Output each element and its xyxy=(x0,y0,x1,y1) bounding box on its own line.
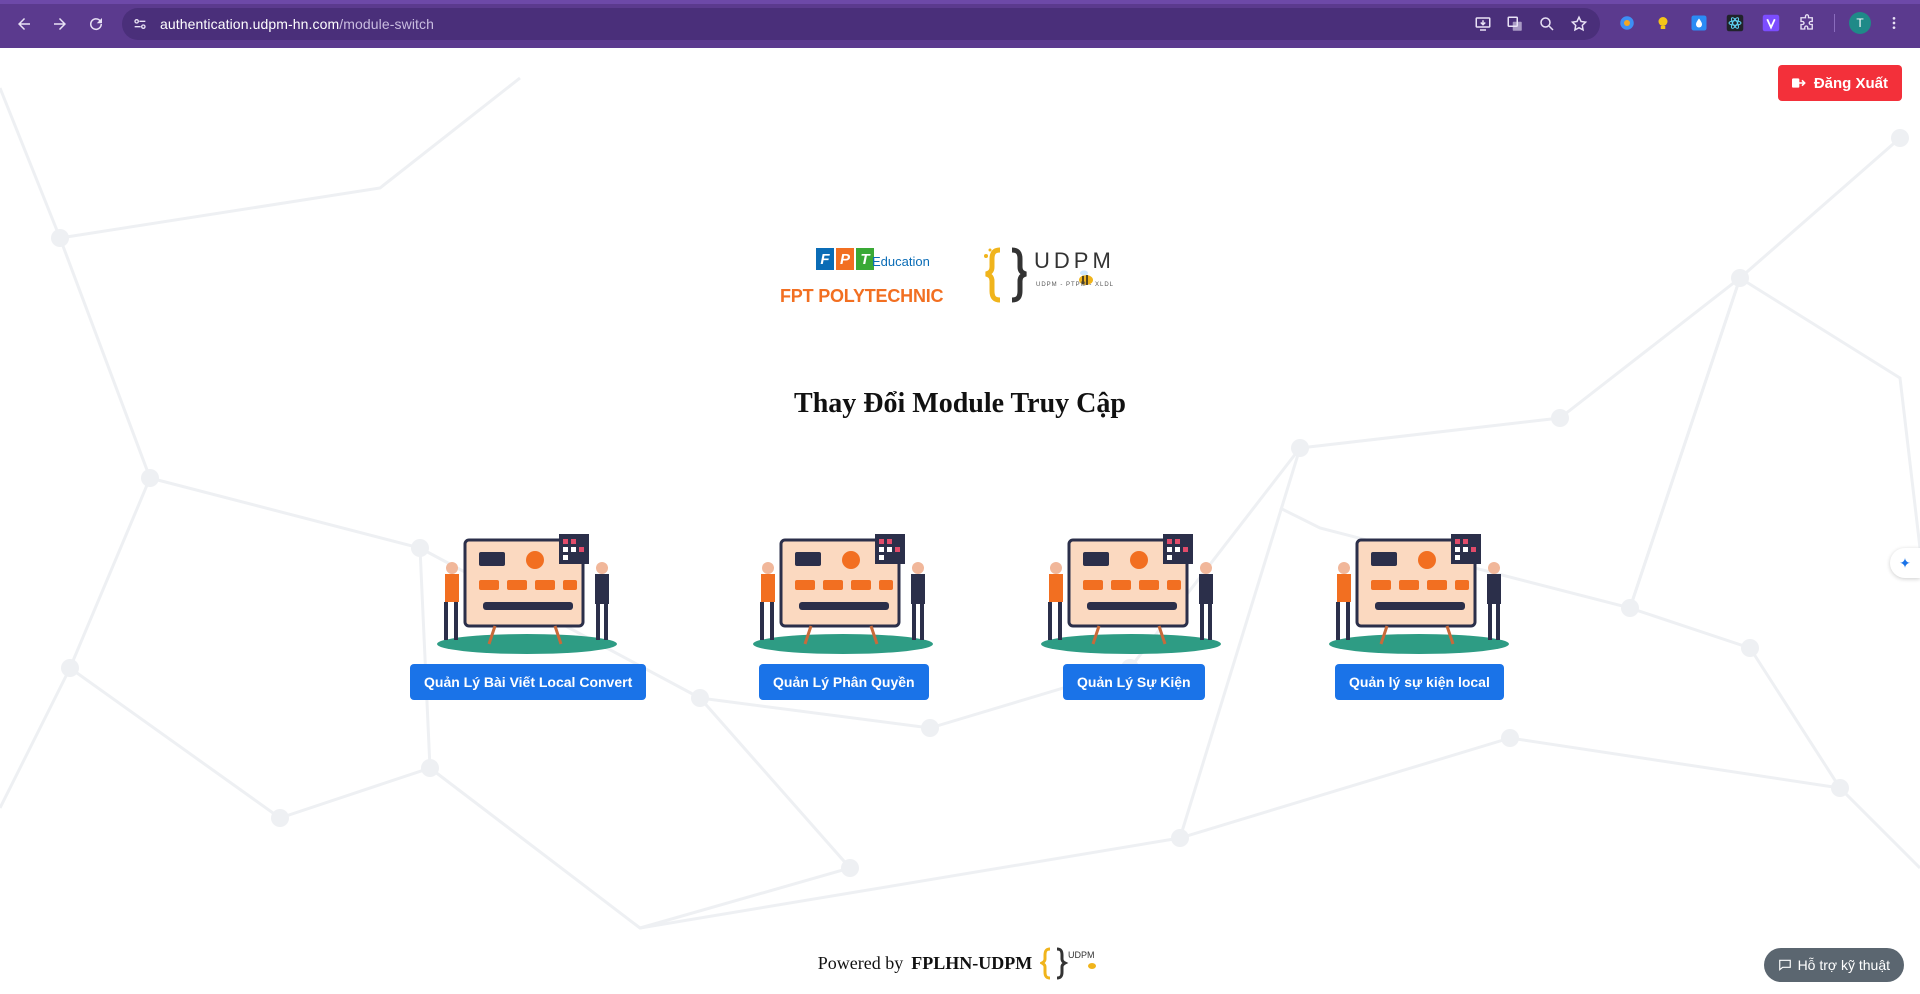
powered-by-name: FPLHN-UDPM xyxy=(911,952,1033,973)
fpt-polytechnic-logo: F P T Education FPT POLYTECHNIC xyxy=(780,244,960,314)
fpt-education-text: Education xyxy=(872,254,930,269)
fpt-polytechnic-text: FPT POLYTECHNIC xyxy=(780,286,944,306)
profile-avatar[interactable]: T xyxy=(1849,12,1871,34)
url-path: /module-switch xyxy=(339,16,435,32)
footer: Powered by FPLHN-UDPM UDPM xyxy=(0,946,1920,980)
arrow-left-icon xyxy=(18,18,30,30)
module-button[interactable]: Quản lý sự kiện local xyxy=(1335,664,1504,700)
background-network-pattern xyxy=(0,76,1920,930)
reload-icon xyxy=(90,18,103,31)
team-planning-illustration xyxy=(753,534,933,654)
module-list: Quản Lý Bài Viết Local Convert Quản Lý P… xyxy=(0,530,1920,760)
extensions-puzzle-icon[interactable] xyxy=(1794,10,1820,36)
url-host: authentication.udpm-hn.com xyxy=(160,16,340,32)
page-title: Thay Đổi Module Truy Cập xyxy=(794,388,1126,419)
extension-blue-circle-icon[interactable] xyxy=(1614,10,1640,36)
powered-by-label: Powered by xyxy=(817,952,904,973)
module-button[interactable]: Quản Lý Phân Quyền xyxy=(759,664,929,700)
module-card: Quản Lý Bài Viết Local Convert xyxy=(407,530,647,760)
toolbar-separator xyxy=(1834,14,1835,32)
url-text: authentication.udpm-hn.com/module-switch xyxy=(160,16,434,32)
udpm-footer-logo: UDPM xyxy=(1040,947,1097,980)
bookmark-star-icon[interactable] xyxy=(1568,12,1590,36)
logout-button[interactable]: Đăng Xuất xyxy=(1777,65,1902,101)
logout-label: Đăng Xuất xyxy=(1813,74,1888,92)
translate-icon[interactable] xyxy=(1504,12,1526,36)
udpm-wordmark: UDPM xyxy=(1034,248,1115,273)
install-app-icon[interactable] xyxy=(1472,12,1494,36)
module-button[interactable]: Quản Lý Sự Kiện xyxy=(1063,664,1205,700)
browser-tab-strip xyxy=(0,0,1920,4)
tech-support-label: Hỗ trợ kỹ thuật xyxy=(1797,957,1890,973)
tech-support-button[interactable]: Hỗ trợ kỹ thuật xyxy=(1763,948,1904,982)
module-card: Quản lý sự kiện local xyxy=(1299,530,1539,760)
partner-logos: F P T Education FPT POLYTECHNIC UDPM UDP… xyxy=(780,244,1120,314)
chat-icon xyxy=(1778,959,1791,971)
extension-react-icon[interactable] xyxy=(1722,10,1748,36)
fpt-letter: F xyxy=(816,248,834,270)
zoom-icon[interactable] xyxy=(1536,12,1558,36)
logout-icon xyxy=(1791,78,1806,88)
page-body: Đăng Xuất F P T Education FPT POLYTECHNI… xyxy=(0,48,1920,994)
module-card: Quản Lý Sự Kiện xyxy=(1011,530,1251,760)
fpt-letter: P xyxy=(836,248,854,270)
team-planning-illustration xyxy=(1329,534,1509,654)
module-card: Quản Lý Phân Quyền xyxy=(723,530,963,760)
extension-v-icon[interactable] xyxy=(1758,10,1784,36)
udpm-logo: UDPM UDPM - PTPM - XLDL xyxy=(980,244,1120,314)
address-bar[interactable]: authentication.udpm-hn.com/module-switch xyxy=(122,8,1600,40)
extension-bulb-icon[interactable] xyxy=(1650,10,1676,36)
assistant-float-icon[interactable]: ✦ xyxy=(1890,548,1920,578)
team-planning-illustration xyxy=(1041,534,1221,654)
forward-button[interactable] xyxy=(44,8,76,40)
team-planning-illustration xyxy=(437,534,617,654)
browser-menu-icon[interactable] xyxy=(1881,10,1907,36)
reload-button[interactable] xyxy=(80,8,112,40)
module-button[interactable]: Quản Lý Bài Viết Local Convert xyxy=(410,664,647,700)
back-button[interactable] xyxy=(8,8,40,40)
footer-udpm-wordmark: UDPM xyxy=(1068,950,1095,960)
fpt-mark: F P T xyxy=(816,248,874,270)
arrow-right-icon xyxy=(54,18,66,30)
extension-drop-icon[interactable] xyxy=(1686,10,1712,36)
udpm-subtitle: UDPM - PTPM - XLDL xyxy=(1036,282,1115,288)
site-info-icon[interactable] xyxy=(126,10,154,38)
udpm-bracket-icon xyxy=(984,247,1027,303)
browser-toolbar: authentication.udpm-hn.com/module-switch… xyxy=(0,0,1920,48)
